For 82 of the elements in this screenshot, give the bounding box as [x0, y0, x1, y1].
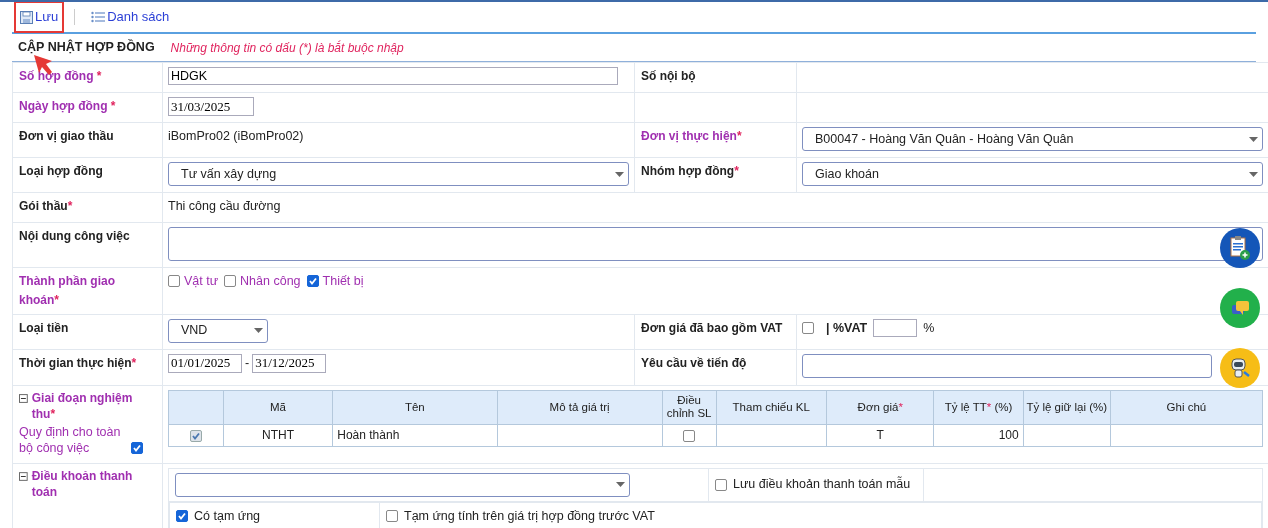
checkbox[interactable] — [131, 441, 143, 454]
robot-icon — [1230, 358, 1250, 378]
checkbox[interactable] — [306, 275, 319, 288]
chat-button[interactable] — [1220, 288, 1260, 328]
field-note: Quy định cho toàn bộ công việc — [19, 423, 122, 456]
robot-button[interactable] — [1220, 348, 1260, 388]
column-header: Đơn giá* — [826, 390, 934, 424]
text-area[interactable] — [168, 227, 1263, 261]
clipboard-add-button[interactable] — [1220, 228, 1260, 268]
checkbox[interactable] — [715, 478, 727, 491]
field-label: Thời gian thực hiện* — [19, 355, 137, 370]
save-icon — [20, 10, 33, 24]
field-label: Đơn giá đã bao gồm VAT — [641, 320, 783, 335]
checkbox-label: Có tạm ứng — [194, 508, 261, 523]
field-label: Nội dung công việc — [19, 229, 130, 243]
field-value: iBomPro02 (iBomPro02) — [168, 128, 305, 145]
field-label: Yêu cầu về tiến độ — [641, 355, 747, 370]
checkbox[interactable] — [176, 510, 188, 523]
caret-icon — [615, 171, 624, 177]
checkbox[interactable] — [224, 275, 237, 288]
column-header: Mã — [223, 390, 333, 424]
column-header: Tên — [332, 390, 497, 424]
field-label: Gói thầu* — [19, 199, 73, 213]
checkbox-label: Vật tư — [184, 273, 219, 290]
caret-icon — [1249, 136, 1258, 142]
text-field[interactable] — [802, 353, 1212, 378]
column-header: Mô tả giá trị — [497, 390, 663, 424]
checkbox-label: Tạm ứng tính trên giá trị hợp đồng trước VAT — [404, 508, 655, 523]
date-field[interactable]: 31/12/2025 — [252, 353, 327, 373]
field-label: Loại tiền — [19, 320, 69, 335]
checkbox[interactable] — [189, 429, 202, 442]
checkbox[interactable] — [168, 275, 180, 288]
checkbox[interactable] — [683, 429, 696, 442]
table-cell: 100 — [933, 424, 1024, 446]
dropdown[interactable] — [175, 472, 630, 497]
dropdown[interactable]: B00047 - Hoàng Văn Quân - Hoàng Văn Quân — [802, 127, 1263, 151]
percent-sign: % — [923, 319, 935, 337]
field-label: Ngày hợp đồng * — [19, 99, 116, 113]
checkbox-label: Lưu điều khoản thanh toán mẫu — [733, 477, 911, 492]
checkbox[interactable] — [802, 321, 814, 334]
date-field[interactable]: 01/01/2025 — [168, 353, 242, 373]
caret-icon — [254, 328, 263, 333]
field-label: Loại hợp đồng — [19, 164, 103, 178]
list-icon — [91, 11, 106, 23]
text-field[interactable]: HDGK — [168, 67, 618, 86]
dropdown[interactable]: VND — [168, 318, 268, 343]
column-header: Tỷ lệ TT* (%) — [933, 390, 1024, 424]
table-cell: NTHT — [223, 424, 333, 446]
save-button[interactable]: Lưu — [14, 2, 65, 33]
field-label: Số hợp đồng * — [19, 69, 102, 83]
list-button[interactable]: Danh sách — [85, 2, 176, 33]
dropdown[interactable]: Tư vấn xây dựng — [168, 162, 629, 186]
dropdown[interactable]: Giao khoán — [802, 162, 1263, 186]
caret-icon — [1249, 171, 1258, 177]
vat-label: | %VAT — [826, 319, 868, 337]
field-label: Đơn vị thực hiện* — [641, 129, 742, 143]
caret-icon — [616, 482, 625, 487]
column-header: Điều chỉnh SL — [662, 390, 716, 424]
column-header: Ghi chú — [1110, 390, 1263, 424]
date-separator: - — [245, 354, 250, 372]
date-field[interactable]: 31/03/2025 — [168, 97, 254, 116]
collapse-icon[interactable] — [19, 471, 28, 481]
collapse-icon[interactable] — [19, 393, 28, 403]
required-note: Những thông tin có dấu (*) là bắt buộc nhập — [170, 39, 404, 57]
field-label: Giai đoạn nghiệm thu* — [31, 389, 134, 422]
field-value: Thi công cầu đường — [168, 198, 282, 215]
checkbox[interactable] — [386, 510, 398, 523]
form-title: CẬP NHẬT HỢP ĐỒNG — [18, 38, 155, 57]
clipboard-add-icon — [1229, 235, 1251, 261]
column-header: Tỷ lệ giữ lại (%) — [1023, 390, 1111, 424]
checkbox-label: Nhân công — [240, 273, 301, 290]
field-label: Điều khoản thanh toán — [31, 467, 134, 500]
chat-icon — [1230, 300, 1250, 316]
table-cell: T — [826, 424, 934, 446]
field-label: Nhóm hợp đồng* — [641, 164, 739, 178]
field-label: Đơn vị giao thầu — [19, 129, 114, 143]
field-label: Số nội bộ — [641, 69, 696, 83]
checkbox-label: Thiết bị — [322, 273, 364, 290]
table-cell: Hoàn thành — [332, 424, 497, 446]
column-header: Tham chiếu KL — [716, 390, 827, 424]
field-label: Thành phần giao khoán* — [19, 274, 115, 307]
vat-field[interactable] — [873, 318, 918, 337]
